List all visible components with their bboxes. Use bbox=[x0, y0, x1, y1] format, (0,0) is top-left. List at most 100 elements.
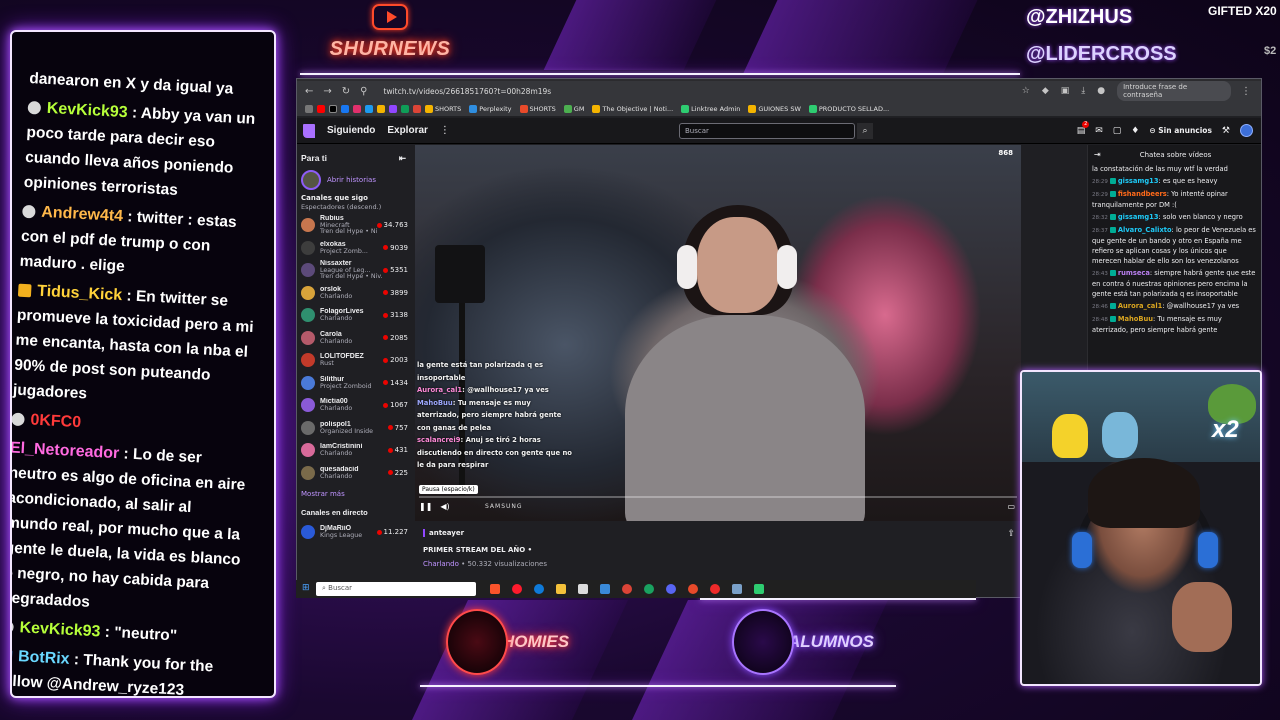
menu-kebab-icon[interactable]: ⋮ bbox=[1241, 86, 1251, 97]
show-more-link[interactable]: Mostrar más bbox=[297, 484, 412, 504]
open-stories-button[interactable]: Abrir historias bbox=[297, 168, 412, 192]
more-kebab-icon[interactable]: ⋮ bbox=[440, 125, 450, 136]
opera-icon[interactable] bbox=[512, 584, 522, 594]
collapse-sidebar-icon[interactable]: ⇤ bbox=[399, 153, 406, 164]
brave-icon[interactable] bbox=[490, 584, 500, 594]
whisper-icon[interactable]: ▢ bbox=[1113, 126, 1122, 136]
sidebar-channel-elxokas[interactable]: elxokas Project Zomb... 9039 bbox=[297, 237, 412, 260]
chat-username[interactable]: Aurora_cal1 bbox=[1118, 302, 1162, 310]
live-channels-list: DjMaRiiO Kings League 11.227 bbox=[297, 521, 412, 544]
notifications-icon[interactable]: ♦ bbox=[1131, 126, 1139, 136]
mail-icon[interactable]: ✉ bbox=[1095, 126, 1103, 136]
profile-icon[interactable]: ● bbox=[1097, 86, 1105, 96]
password-prompt-pill[interactable]: Introduce frase de contraseña bbox=[1117, 81, 1231, 101]
video-player[interactable]: 868 la gente está tan polarizada q es in… bbox=[415, 145, 1021, 521]
bookmark-icon[interactable] bbox=[365, 104, 373, 113]
app-icon[interactable] bbox=[600, 584, 610, 594]
twitch-logo-icon[interactable] bbox=[303, 123, 315, 138]
bookmark-icon[interactable] bbox=[413, 104, 421, 113]
video-progress-bar[interactable] bbox=[419, 496, 1017, 498]
bookmarks-bar: SHORTS Perplexity SHORTS GM The Objective | … bbox=[297, 101, 1261, 117]
chrome-icon[interactable] bbox=[644, 584, 654, 594]
edge-icon[interactable] bbox=[534, 584, 544, 594]
sidebar-channel-rubius[interactable]: RubiusMinecraftTren del Hype • Niv...34.… bbox=[297, 214, 412, 237]
chat-username[interactable]: gissamg13 bbox=[1118, 177, 1159, 185]
bookmark-icon[interactable] bbox=[401, 104, 409, 113]
bookmark-icon[interactable] bbox=[389, 104, 397, 113]
sidebar-channel-polispol1[interactable]: polispol1 Organized Inside 757 bbox=[297, 417, 412, 440]
discord-icon[interactable] bbox=[666, 584, 676, 594]
taskbar-search[interactable]: ⌕ Buscar bbox=[316, 582, 476, 596]
sidebar-channel-lolitofdez[interactable]: LOLITOFDEZ Rust 2003 bbox=[297, 349, 412, 372]
pause-icon[interactable]: ❚❚ bbox=[419, 502, 432, 511]
theatre-mode-icon[interactable]: ▭ bbox=[1007, 502, 1015, 511]
chrome-icon[interactable] bbox=[622, 584, 632, 594]
reload-icon[interactable]: ↻ bbox=[342, 86, 350, 97]
volume-icon[interactable]: ◀) bbox=[440, 502, 449, 511]
url-bar[interactable]: twitch.tv/videos/2661851760?t=00h28m19s bbox=[384, 87, 1002, 96]
sidebar-channel-quesadacid[interactable]: quesadacid Charlando 225 bbox=[297, 462, 412, 485]
no-ads-button[interactable]: ⊝ Sin anuncios bbox=[1149, 126, 1212, 135]
channel-text: Nissaxter League of Leg... Tren del Hype •… bbox=[320, 260, 383, 280]
bookmark-icon[interactable] bbox=[377, 104, 385, 113]
chat-username: 0KFC0 bbox=[30, 411, 82, 432]
back-icon[interactable]: ← bbox=[305, 86, 313, 97]
extension-icon[interactable]: ◆ bbox=[1042, 86, 1049, 96]
chat-username[interactable]: fishandbeers bbox=[1118, 190, 1167, 198]
sidebar-channel-mictia00[interactable]: Mictia00 Charlando 1067 bbox=[297, 394, 412, 417]
store-icon[interactable] bbox=[578, 584, 588, 594]
search-icon[interactable]: ⌕ bbox=[857, 123, 873, 139]
site-info-icon[interactable]: ⚲ bbox=[360, 86, 367, 97]
bookmark-item[interactable]: The Objective | Noti... bbox=[592, 104, 673, 113]
sidebar-channel-orslok[interactable]: orslok Charlando 3899 bbox=[297, 282, 412, 305]
youtube-bookmark-icon[interactable] bbox=[317, 104, 325, 113]
sidebar-channel-carola[interactable]: Carola Charlando 2085 bbox=[297, 327, 412, 350]
share-icon[interactable]: ⇪ bbox=[1007, 529, 1015, 539]
twitch-search-input[interactable]: Buscar bbox=[679, 123, 855, 139]
forward-icon[interactable]: → bbox=[323, 86, 331, 97]
sidebar-channel-iamcristinini[interactable]: IamCristinini Charlando 431 bbox=[297, 439, 412, 462]
pokeball-icon[interactable] bbox=[710, 584, 720, 594]
twitch-top-nav: Siguiendo Explorar ⋮ Buscar ⌕ ▤ ✉ ▢ ♦ ⊝ … bbox=[297, 118, 1261, 144]
nav-browse[interactable]: Explorar bbox=[387, 125, 428, 136]
app-icon[interactable] bbox=[732, 584, 742, 594]
chat-username[interactable]: gissamg13 bbox=[1118, 213, 1159, 221]
bookmark-item[interactable]: Perplexity bbox=[469, 104, 512, 113]
sidebar-channel-djmariio[interactable]: DjMaRiiO Kings League 11.227 bbox=[297, 521, 412, 544]
bookmark-item[interactable]: Linktree Admin bbox=[681, 104, 740, 113]
user-avatar[interactable] bbox=[1240, 124, 1253, 137]
nav-following[interactable]: Siguiendo bbox=[327, 125, 375, 136]
extensions-puzzle-icon[interactable]: ▣ bbox=[1061, 86, 1070, 96]
inbox-icon[interactable]: ▤ bbox=[1077, 120, 1089, 136]
tools-icon[interactable]: ⚒ bbox=[1222, 126, 1230, 136]
chat-text: la constatación de las muy wtf la verdad bbox=[1092, 165, 1228, 173]
stream-title: PRIMER STREAM DEL AÑO • bbox=[423, 546, 533, 554]
bookmark-star-icon[interactable]: ☆ bbox=[1022, 86, 1030, 96]
windows-start-icon[interactable]: ⊞ bbox=[302, 583, 310, 593]
x-bookmark-icon[interactable] bbox=[329, 104, 337, 113]
apps-icon[interactable] bbox=[305, 104, 313, 113]
bookmark-item[interactable]: SHORTS bbox=[425, 104, 461, 113]
sidebar-channel-silithur[interactable]: Silithur Project Zomboid 1434 bbox=[297, 372, 412, 395]
instagram-bookmark-icon[interactable] bbox=[353, 104, 361, 113]
bookmark-item[interactable]: GUIONES SW bbox=[748, 104, 801, 113]
followed-sort[interactable]: Espectadores (descend.) bbox=[301, 203, 381, 211]
stream-channel-name[interactable]: anteayer bbox=[423, 529, 1013, 537]
file-explorer-icon[interactable] bbox=[556, 584, 566, 594]
download-icon[interactable]: ⤓ bbox=[1081, 86, 1085, 96]
stream-category[interactable]: Charlando bbox=[423, 560, 459, 568]
bookmark-item[interactable]: GM bbox=[563, 104, 584, 113]
app-icon[interactable] bbox=[754, 584, 764, 594]
channel-viewers: 11.227 bbox=[377, 528, 409, 536]
app-icon[interactable] bbox=[688, 584, 698, 594]
bookmark-item[interactable]: SHORTS bbox=[519, 104, 556, 113]
sidebar-channel-nissaxter[interactable]: Nissaxter League of Leg... Tren del Hype •… bbox=[297, 259, 412, 282]
channel-name: DjMaRiiO bbox=[320, 525, 352, 533]
bookmark-item[interactable]: PRODUCTO SELLAD... bbox=[808, 104, 889, 113]
chat-username[interactable]: Alvaro_Calixto bbox=[1118, 226, 1172, 234]
sidebar-channel-folagorlives[interactable]: FolagorLives Charlando 3138 bbox=[297, 304, 412, 327]
chat-username[interactable]: MahoBuu bbox=[1118, 315, 1153, 323]
chat-username[interactable]: rumseca bbox=[1118, 269, 1150, 277]
collapse-chat-icon[interactable]: ⇥ bbox=[1094, 150, 1101, 159]
facebook-bookmark-icon[interactable] bbox=[341, 104, 349, 113]
